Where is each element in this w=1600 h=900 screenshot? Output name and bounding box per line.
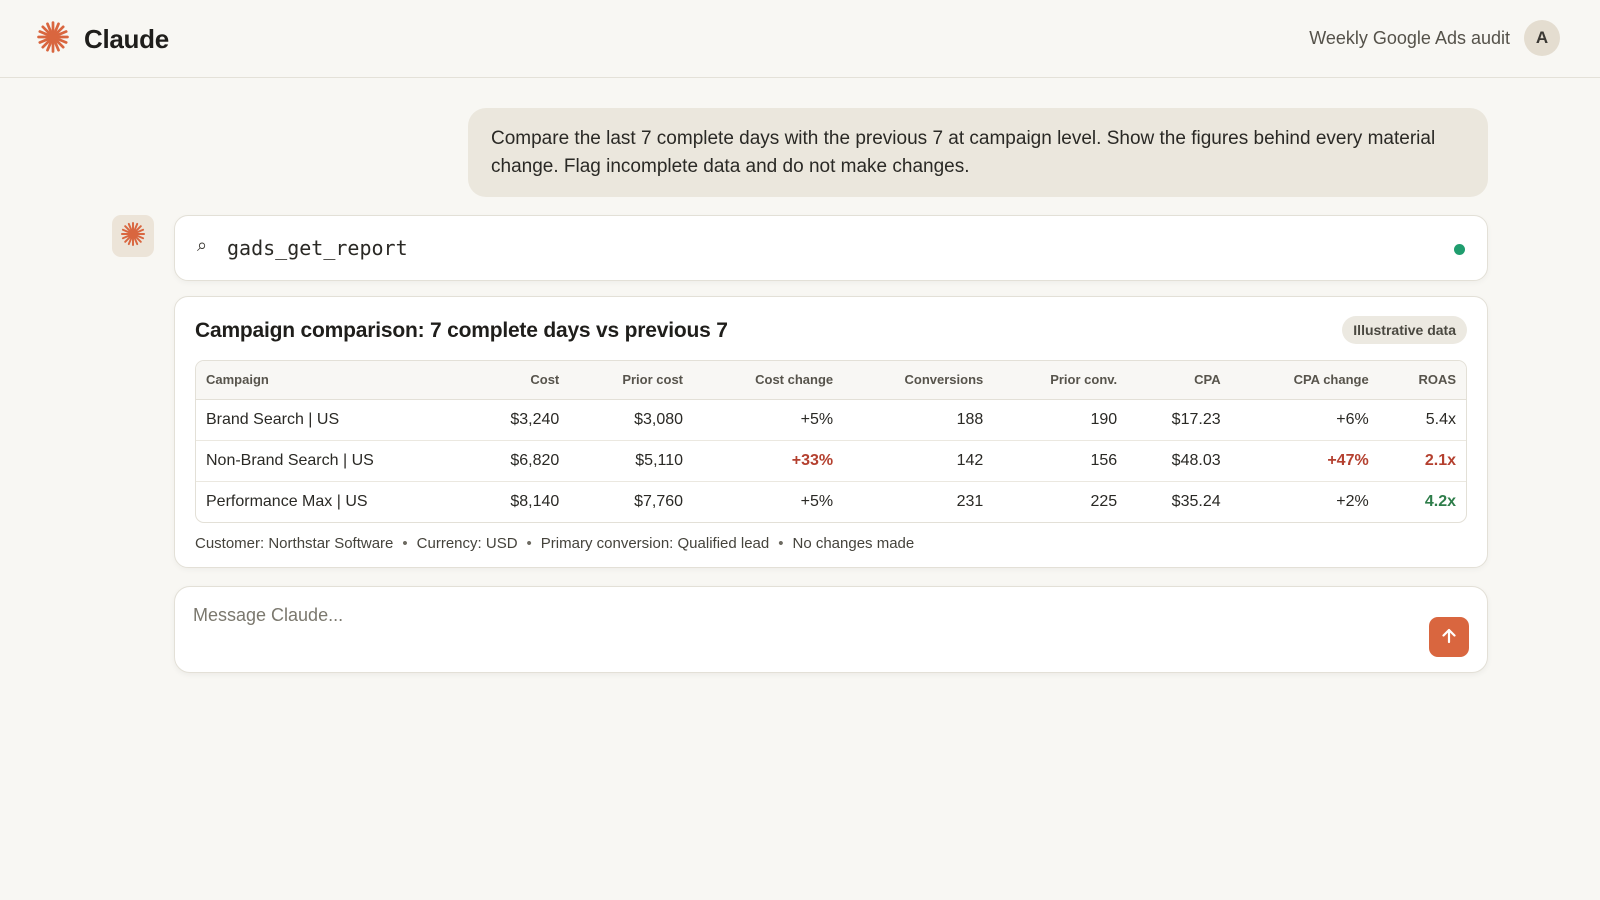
claude-logo-icon [36, 20, 70, 59]
cpa-change-cell: +47% [1230, 440, 1379, 482]
campaign-cell: Non-Brand Search | US [196, 440, 440, 482]
column-header: CPA [1127, 361, 1231, 400]
conversions-cell: 231 [956, 492, 984, 510]
status-indicator [1454, 244, 1465, 255]
top-right-controls: Weekly Google Ads audit A [1309, 20, 1560, 56]
column-header: Cost [439, 361, 570, 400]
message-input[interactable] [193, 601, 1393, 629]
prior-cost-cell: $5,110 [569, 440, 694, 482]
prior-cost-cell: $7,760 [634, 492, 684, 510]
column-header: Prior cost [569, 361, 694, 400]
column-header: Prior conv. [993, 361, 1128, 400]
meta-currency: Currency: USD [416, 535, 518, 552]
cost-cell: $8,140 [510, 492, 560, 510]
table-row: Performance Max | US $8,140 $7,760 +5% 2… [196, 481, 1466, 522]
brand[interactable]: Claude [36, 20, 169, 59]
prior-conv-cell: 225 [1090, 492, 1118, 510]
roas-cell: 2.1x [1378, 440, 1466, 482]
meta-changes: No changes made [792, 535, 915, 552]
send-button[interactable] [1429, 617, 1469, 657]
tool-name: gads_get_report [227, 236, 408, 260]
prior-conv-cell: 190 [993, 399, 1128, 441]
cpa-cell: $17.23 [1127, 399, 1231, 441]
table-header-row: Campaign Cost Prior cost Cost change Con… [196, 361, 1466, 400]
cpa-cell: $48.03 [1127, 440, 1231, 482]
user-avatar[interactable]: A [1524, 20, 1560, 56]
assistant-avatar [112, 215, 154, 257]
cost-change-cell: +33% [693, 440, 844, 482]
table-row: Brand Search | US $3,240 $3,080 +5% 188 … [196, 399, 1466, 441]
prior-cost-cell: $3,080 [569, 399, 694, 441]
meta-customer: Customer: Northstar Software [195, 535, 394, 552]
cpa-change-cell: +2% [1336, 492, 1369, 510]
column-header: ROAS [1378, 361, 1466, 400]
cpa-cell: $35.24 [1171, 492, 1221, 510]
cost-change-cell: +5% [693, 399, 844, 441]
message-composer [174, 586, 1488, 673]
column-header: Cost change [693, 361, 844, 400]
prior-conv-cell: 156 [993, 440, 1128, 482]
column-header: Campaign [196, 361, 440, 400]
top-bar: Claude Weekly Google Ads audit A [0, 0, 1600, 78]
cpa-change-cell: +6% [1230, 399, 1379, 441]
roas-cell: 4.2x [1424, 492, 1456, 510]
app-name: Claude [84, 24, 169, 54]
conversions-cell: 188 [843, 399, 994, 441]
illustrative-data-badge: Illustrative data [1342, 316, 1467, 344]
claude-logo-icon [120, 221, 146, 252]
meta-separator: • [778, 535, 784, 552]
conversation-title[interactable]: Weekly Google Ads audit [1309, 28, 1510, 49]
meta-conversion: Primary conversion: Qualified lead [540, 535, 770, 552]
roas-cell: 5.4x [1378, 399, 1466, 441]
meta-separator: • [526, 535, 532, 552]
campaign-cell: Performance Max | US [206, 492, 368, 510]
campaign-table: Campaign Cost Prior cost Cost change Con… [195, 360, 1467, 523]
conversions-cell: 142 [843, 440, 994, 482]
report-card: Campaign comparison: 7 complete days vs … [174, 296, 1488, 568]
tool-call-card[interactable]: ⌕ gads_get_report [174, 215, 1488, 281]
meta-separator: • [402, 535, 408, 552]
cost-cell: $6,820 [439, 440, 570, 482]
column-header: Conversions [843, 361, 994, 400]
search-icon: ⌕ [197, 235, 208, 255]
cost-cell: $3,240 [439, 399, 570, 441]
report-title: Campaign comparison: 7 complete days vs … [195, 319, 728, 342]
table-row: Non-Brand Search | US $6,820 $5,110 +33%… [196, 440, 1466, 482]
column-header: CPA change [1230, 361, 1379, 400]
user-message: Compare the last 7 complete days with th… [468, 108, 1488, 197]
report-meta: Customer: Northstar Software • Currency:… [195, 535, 914, 552]
campaign-cell: Brand Search | US [196, 399, 440, 441]
cost-change-cell: +5% [800, 492, 834, 510]
arrow-up-icon [1439, 626, 1459, 649]
